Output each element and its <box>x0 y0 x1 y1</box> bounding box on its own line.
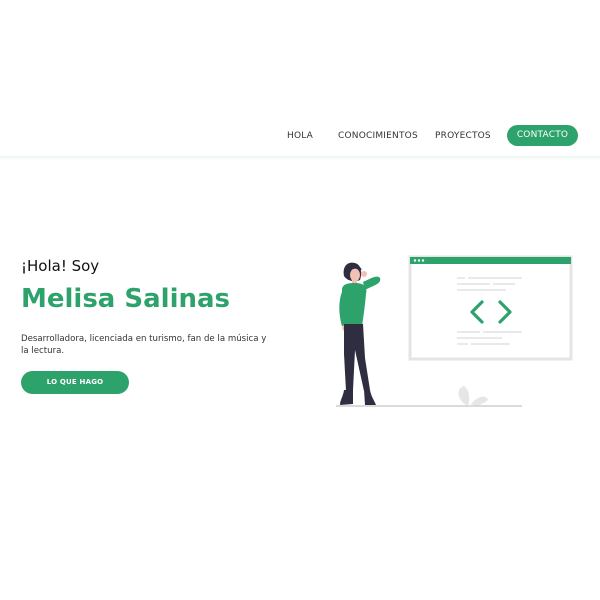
hero-illustration <box>336 255 573 407</box>
what-i-do-button[interactable]: LO QUE HAGO <box>21 371 129 394</box>
top-nav: HOLA CONOCIMIENTOS PROYECTOS CONTACTO <box>0 124 600 158</box>
page: HOLA CONOCIMIENTOS PROYECTOS CONTACTO ¡H… <box>0 0 600 600</box>
greeting-text: ¡Hola! Soy <box>21 257 100 275</box>
nav-item-conocimientos[interactable]: CONOCIMIENTOS <box>338 124 418 148</box>
nav-item-proyectos[interactable]: PROYECTOS <box>435 124 491 148</box>
woman-illustration <box>339 262 381 405</box>
nav-divider <box>0 156 600 160</box>
nav-item-hola[interactable]: HOLA <box>287 124 313 148</box>
contact-button[interactable]: CONTACTO <box>507 125 578 146</box>
hero-description: Desarrolladora, licenciada en turismo, f… <box>21 334 267 356</box>
browser-window-illustration <box>408 255 573 361</box>
hero-name: Melisa Salinas <box>21 284 231 314</box>
plant-icon <box>458 386 488 406</box>
